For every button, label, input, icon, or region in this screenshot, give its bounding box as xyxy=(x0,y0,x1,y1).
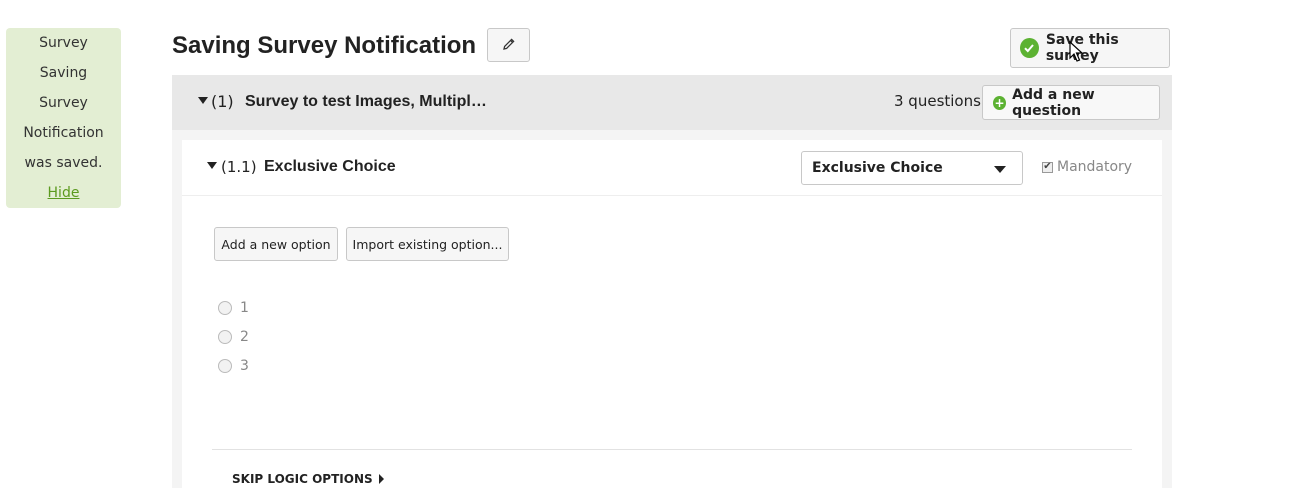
question-type-select[interactable]: Exclusive Choice xyxy=(801,151,1023,185)
question-type-value: Exclusive Choice xyxy=(812,160,943,176)
option-label: 1 xyxy=(240,300,249,316)
notification-line: was saved. xyxy=(24,155,103,171)
option-row[interactable]: 1 xyxy=(218,300,249,316)
section-number: (1) xyxy=(211,92,234,111)
notification-line: Saving xyxy=(39,65,88,81)
notification-line: Notification xyxy=(23,125,104,141)
radio-icon[interactable] xyxy=(218,359,232,373)
skip-logic-label: SKIP LOGIC OPTIONS xyxy=(232,472,373,486)
radio-icon[interactable] xyxy=(218,330,232,344)
question-card: (1.1) Exclusive Choice Exclusive Choice … xyxy=(182,140,1162,488)
option-label: 2 xyxy=(240,329,249,345)
mandatory-checkbox[interactable]: ✔ Mandatory xyxy=(1042,159,1132,175)
pencil-icon xyxy=(502,36,516,55)
option-row[interactable]: 3 xyxy=(218,358,249,374)
notification-line: Survey xyxy=(39,95,88,111)
checkbox-icon: ✔ xyxy=(1042,161,1053,173)
divider xyxy=(212,449,1132,450)
add-question-button[interactable]: + Add a new question xyxy=(982,85,1160,120)
collapse-triangle-icon[interactable] xyxy=(198,97,208,104)
save-survey-label: Save this survey xyxy=(1045,32,1119,64)
radio-icon[interactable] xyxy=(218,301,232,315)
question-header: (1.1) Exclusive Choice Exclusive Choice … xyxy=(182,140,1162,196)
plus-icon: + xyxy=(993,95,1007,110)
mouse-cursor-icon xyxy=(1069,40,1084,67)
question-count: 3 questions xyxy=(894,92,981,110)
mandatory-label: Mandatory xyxy=(1057,159,1133,175)
section-name[interactable]: Survey to test Images, Multipl… xyxy=(245,93,487,111)
chevron-down-icon xyxy=(994,166,1006,173)
question-panel: (1.1) Exclusive Choice Exclusive Choice … xyxy=(172,130,1172,488)
add-question-label: Add a new question xyxy=(1012,86,1095,119)
chevron-right-icon xyxy=(378,474,384,484)
question-name[interactable]: Exclusive Choice xyxy=(264,158,396,176)
skip-logic-toggle[interactable]: SKIP LOGIC OPTIONS xyxy=(232,472,384,486)
save-survey-button[interactable]: Save this survey xyxy=(1010,28,1170,68)
import-option-button[interactable]: Import existing option... xyxy=(346,227,509,261)
save-notification: Survey Saving Survey Notification was sa… xyxy=(6,28,121,208)
edit-title-button[interactable] xyxy=(487,28,530,62)
collapse-triangle-icon[interactable] xyxy=(207,162,217,169)
check-icon xyxy=(1020,38,1039,58)
hide-notification-link[interactable]: Hide xyxy=(48,185,80,201)
notification-line: Survey xyxy=(39,35,88,51)
section-header: (1) Survey to test Images, Multipl… 3 qu… xyxy=(172,75,1172,130)
option-row[interactable]: 2 xyxy=(218,329,249,345)
question-number: (1.1) xyxy=(221,158,257,176)
add-option-button[interactable]: Add a new option xyxy=(214,227,338,261)
page-title: Saving Survey Notification xyxy=(172,32,477,59)
option-label: 3 xyxy=(240,358,249,374)
